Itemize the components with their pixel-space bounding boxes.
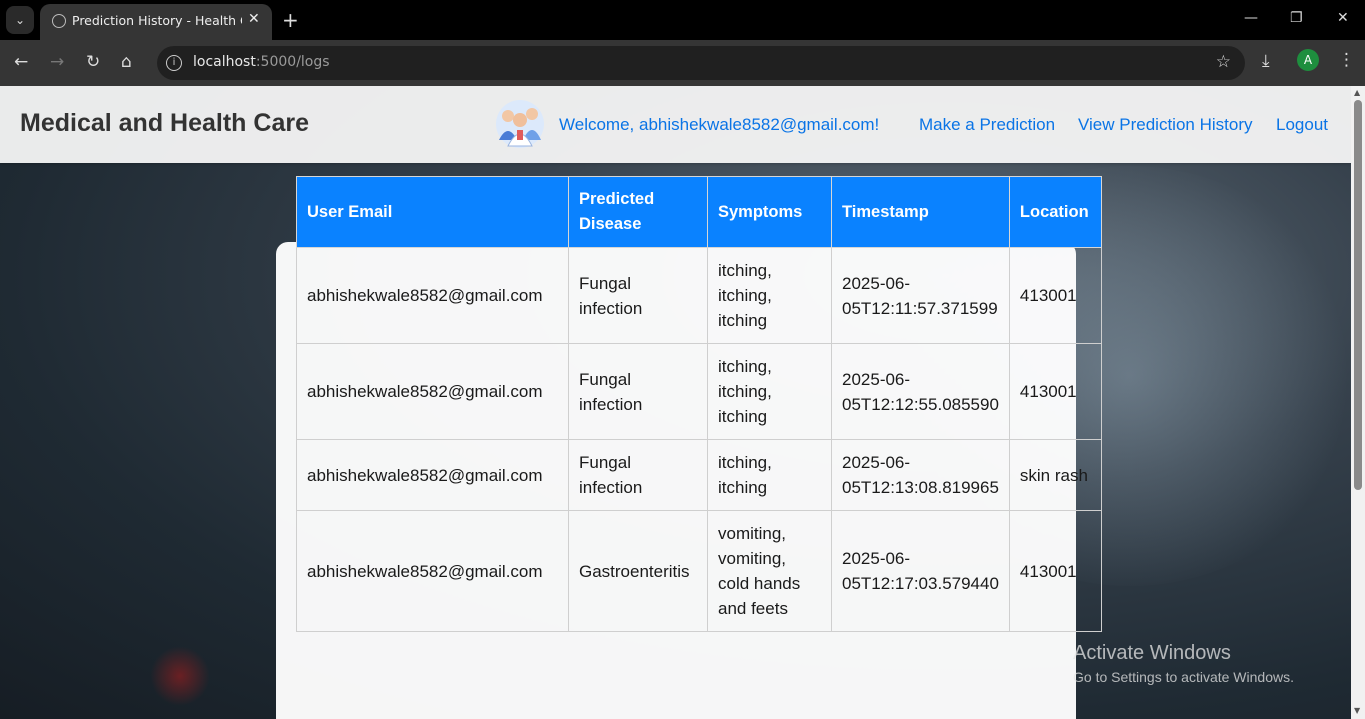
table-row: abhishekwale8582@gmail.com Gastroenterit… xyxy=(296,510,1102,632)
close-tab-icon[interactable]: ✕ xyxy=(248,11,260,27)
site-brand: Medical and Health Care xyxy=(20,109,309,137)
column-header: Predicted Disease xyxy=(568,176,708,248)
table-row: abhishekwale8582@gmail.com Fungal infect… xyxy=(296,343,1102,440)
download-icon[interactable]: ⤓ xyxy=(1262,51,1270,71)
cell-disease: Gastroenteritis xyxy=(568,510,708,632)
cell-disease: Fungal infection xyxy=(568,439,708,511)
url-text: localhost:5000/logs xyxy=(193,54,330,70)
make-prediction-link[interactable]: Make a Prediction xyxy=(919,115,1055,135)
logout-link[interactable]: Logout xyxy=(1276,115,1328,135)
site-navbar: Medical and Health Care Welcome, abhishe… xyxy=(0,86,1351,163)
back-arrow-icon[interactable]: ← xyxy=(14,52,28,72)
view-history-link[interactable]: View Prediction History xyxy=(1078,115,1252,135)
cell-timestamp: 2025-06-05T12:12:55.085590 xyxy=(831,343,1010,440)
column-header: Location xyxy=(1008,176,1102,248)
column-header: Symptoms xyxy=(707,176,832,248)
bookmark-star-icon[interactable]: ☆ xyxy=(1216,52,1231,72)
menu-kebab-icon[interactable]: ⋮ xyxy=(1338,50,1355,70)
cell-email: abhishekwale8582@gmail.com xyxy=(296,439,569,511)
prediction-history-table: User Email Predicted Disease Symptoms Ti… xyxy=(296,176,1102,632)
cell-symptoms: itching, itching, itching xyxy=(707,247,832,344)
tab-search-chevron-icon[interactable]: ⌄ xyxy=(6,6,34,34)
cell-location: 413001 xyxy=(1008,247,1102,344)
table-header-row: User Email Predicted Disease Symptoms Ti… xyxy=(296,176,1102,248)
new-tab-plus-icon[interactable]: + xyxy=(282,8,299,32)
browser-tab-bar: ⌄ Prediction History - Health Care ✕ + —… xyxy=(0,0,1365,40)
cell-timestamp: 2025-06-05T12:17:03.579440 xyxy=(831,510,1010,632)
watermark-title: Activate Windows xyxy=(1073,642,1231,664)
cell-email: abhishekwale8582@gmail.com xyxy=(296,247,569,344)
browser-tab[interactable]: Prediction History - Health Care ✕ xyxy=(40,4,272,40)
cell-email: abhishekwale8582@gmail.com xyxy=(296,343,569,440)
cell-timestamp: 2025-06-05T12:11:57.371599 xyxy=(831,247,1010,344)
cell-email: abhishekwale8582@gmail.com xyxy=(296,510,569,632)
cell-timestamp: 2025-06-05T12:13:08.819965 xyxy=(831,439,1010,511)
window-close-icon[interactable]: ✕ xyxy=(1337,10,1349,26)
cell-symptoms: vomiting, vomiting, cold hands and feets xyxy=(707,510,832,632)
restore-icon[interactable]: ❐ xyxy=(1290,10,1303,26)
cell-location: skin rash xyxy=(1008,439,1102,511)
site-info-icon[interactable]: i xyxy=(166,55,182,71)
reload-icon[interactable]: ↻ xyxy=(86,52,100,72)
background-photo-detail xyxy=(150,646,210,706)
table-row: abhishekwale8582@gmail.com Fungal infect… xyxy=(296,247,1102,344)
welcome-message: Welcome, abhishekwale8582@gmail.com! xyxy=(559,115,880,134)
cell-location: 413001 xyxy=(1008,510,1102,632)
table-row: abhishekwale8582@gmail.com Fungal infect… xyxy=(296,439,1102,511)
column-header: User Email xyxy=(296,176,569,248)
windows-activation-watermark: Activate Windows Go to Settings to activ… xyxy=(1073,642,1294,685)
scroll-down-arrow-icon[interactable]: ▼ xyxy=(1354,706,1360,715)
globe-icon xyxy=(52,14,66,28)
forward-arrow-icon[interactable]: → xyxy=(50,52,64,72)
cell-symptoms: itching, itching, itching xyxy=(707,343,832,440)
minimize-icon[interactable]: — xyxy=(1244,10,1258,26)
home-icon[interactable]: ⌂ xyxy=(121,52,132,72)
profile-avatar[interactable]: A xyxy=(1297,49,1319,71)
cell-symptoms: itching, itching xyxy=(707,439,832,511)
browser-toolbar: ← → ↻ ⌂ i localhost:5000/logs ☆ ⤓ A ⋮ xyxy=(0,40,1365,86)
url-host: localhost xyxy=(193,54,256,70)
url-path: :5000/logs xyxy=(255,54,330,70)
address-bar[interactable]: i localhost:5000/logs ☆ xyxy=(157,46,1245,80)
cell-disease: Fungal infection xyxy=(568,247,708,344)
doctors-logo-icon xyxy=(496,100,544,148)
cell-location: 413001 xyxy=(1008,343,1102,440)
scroll-up-arrow-icon[interactable]: ▲ xyxy=(1354,88,1360,97)
page-scrollbar[interactable]: ▲ ▼ xyxy=(1351,86,1365,719)
watermark-subtitle: Go to Settings to activate Windows. xyxy=(1073,669,1294,685)
cell-disease: Fungal infection xyxy=(568,343,708,440)
column-header: Timestamp xyxy=(831,176,1010,248)
scrollbar-thumb[interactable] xyxy=(1354,100,1362,490)
tab-title: Prediction History - Health Care xyxy=(72,13,242,28)
